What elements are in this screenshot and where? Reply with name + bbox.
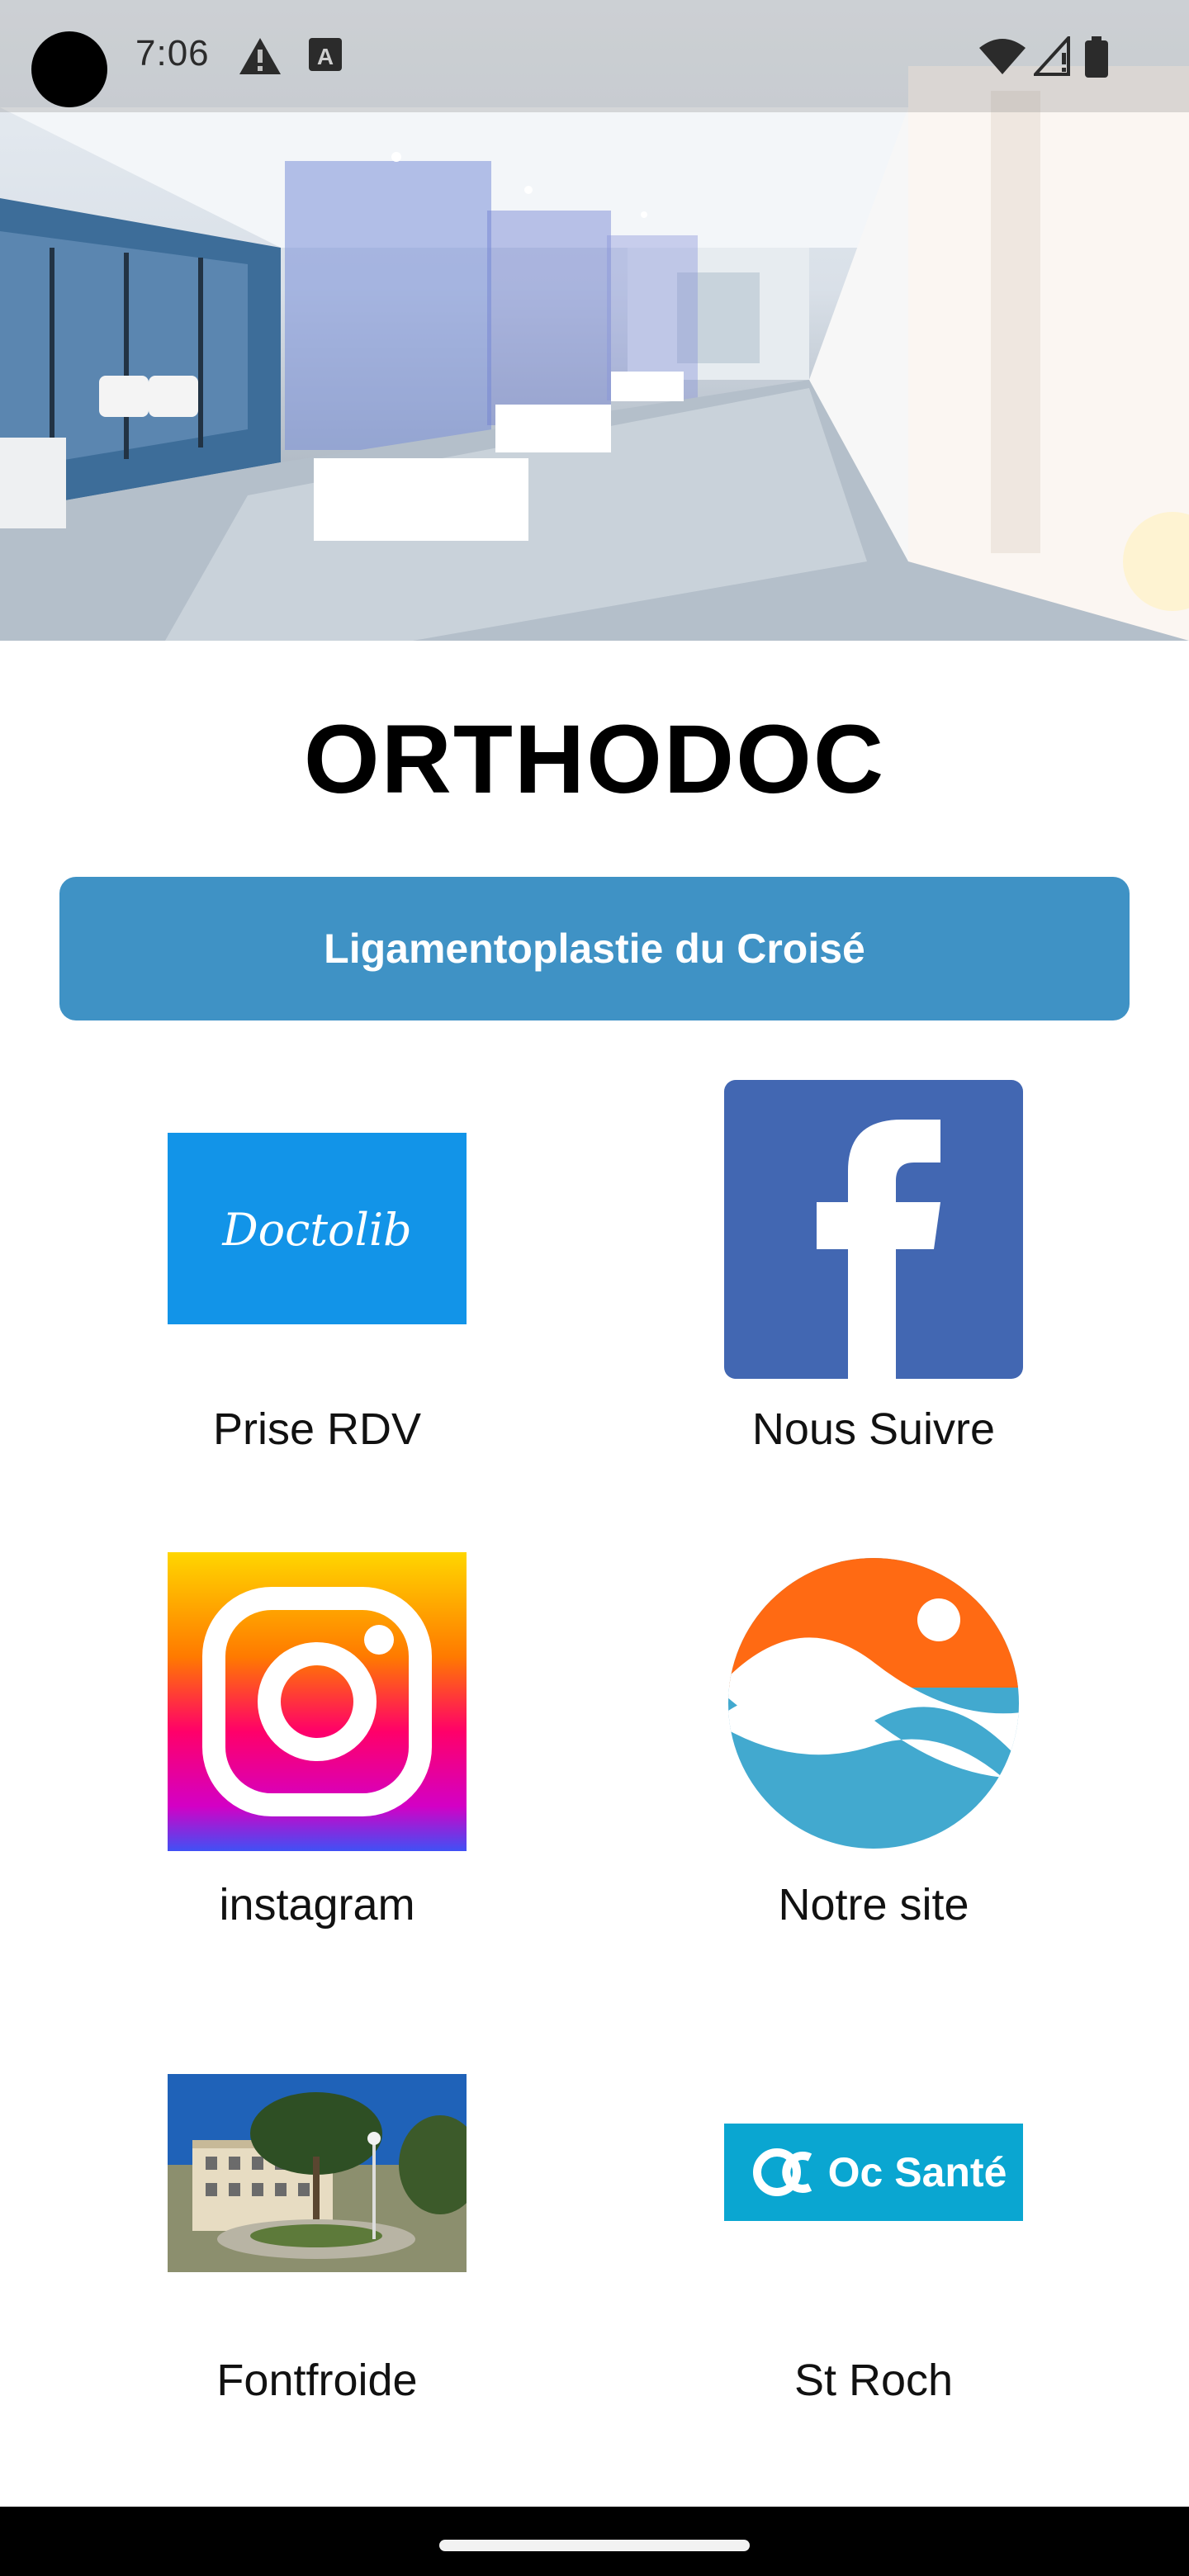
oc-sante-logo[interactable]: Oc Santé	[724, 2124, 1023, 2221]
instagram-logo[interactable]	[168, 1552, 467, 1851]
home-gesture-handle[interactable]	[439, 2540, 750, 2551]
cell-signal-icon	[1034, 36, 1070, 76]
status-time: 7:06	[135, 33, 210, 73]
clinic-photo[interactable]	[168, 2074, 467, 2272]
tile-label: Prise RDV	[212, 1404, 422, 1454]
camera-cutout	[31, 31, 107, 107]
tile-notre-site[interactable]: Notre site	[642, 1552, 1105, 1965]
tile-instagram[interactable]: instagram	[86, 1552, 548, 1965]
facebook-logo[interactable]	[724, 1080, 1023, 1379]
tile-label: St Roch	[793, 2356, 954, 2405]
tile-label: instagram	[219, 1880, 415, 1930]
app-title: ORTHODOC	[303, 705, 886, 814]
svg-text:Doctolib: Doctolib	[221, 1204, 411, 1256]
svg-text:A: A	[317, 44, 334, 69]
wifi-icon	[979, 39, 1026, 74]
tile-prise-rdv[interactable]: Doctolib Prise RDV	[86, 1073, 548, 1486]
battery-icon	[1085, 36, 1108, 78]
tile-label: Notre site	[778, 1880, 969, 1930]
website-logo[interactable]	[726, 1556, 1021, 1851]
tile-fontfroide[interactable]: Fontfroide	[86, 2031, 548, 2444]
status-bar: 7:06 A	[0, 0, 1189, 112]
svg-text:Oc Santé: Oc Santé	[828, 2149, 1007, 2195]
ligamentoplastie-button[interactable]: Ligamentoplastie du Croisé	[59, 877, 1130, 1020]
tile-st-roch[interactable]: Oc Santé St Roch	[642, 2031, 1105, 2444]
tile-nous-suivre[interactable]: Nous Suivre	[642, 1073, 1105, 1486]
app-screen: 7:06 A ORTHODOC Ligamentoplastie du Croi…	[0, 0, 1189, 2576]
doctolib-logo[interactable]: Doctolib	[168, 1133, 467, 1324]
tile-label: Nous Suivre	[751, 1404, 996, 1454]
system-nav-bar	[0, 2507, 1189, 2576]
warning-icon	[239, 38, 281, 74]
tile-label: Fontfroide	[216, 2356, 418, 2405]
text-a-icon: A	[309, 38, 342, 71]
